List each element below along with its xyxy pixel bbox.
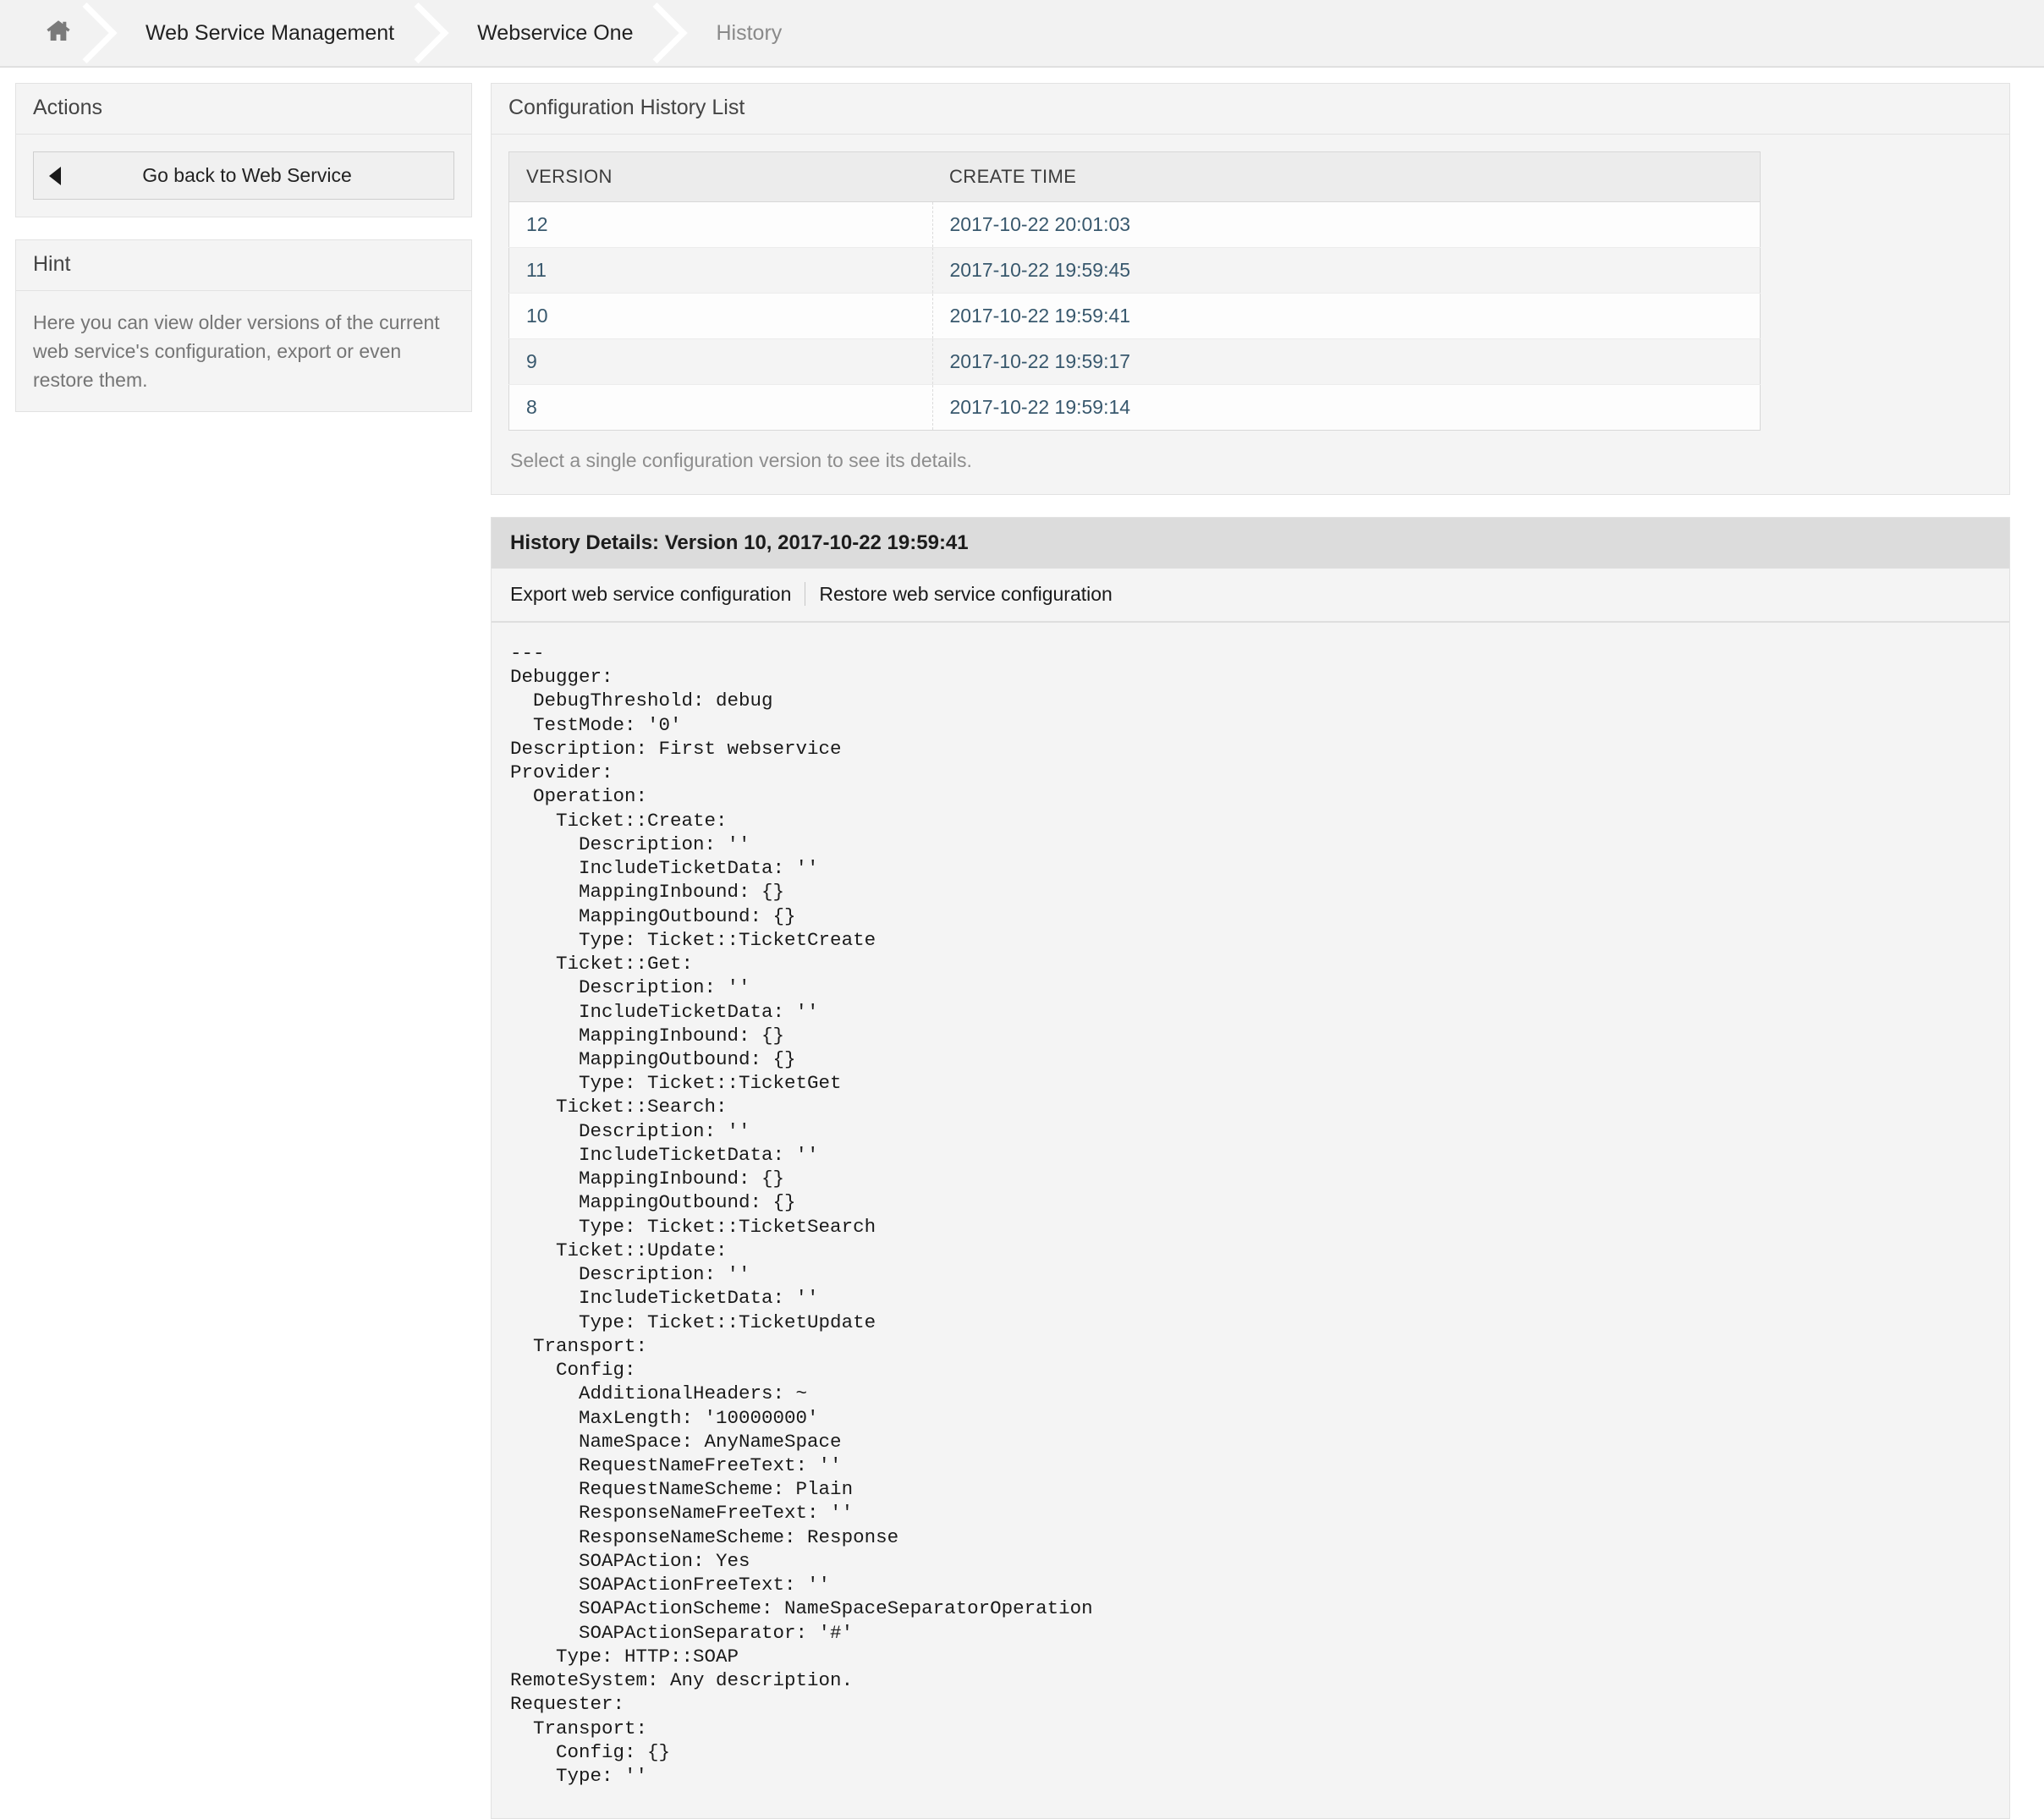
create-time-link[interactable]: 2017-10-22 20:01:03	[950, 213, 1131, 235]
breadcrumb-item-web-service-management[interactable]: Web Service Management	[107, 0, 438, 66]
version-link[interactable]: 10	[526, 305, 548, 327]
page-content: Actions Go back to Web Service Hint Here…	[0, 68, 2044, 1819]
actions-widget: Actions Go back to Web Service	[15, 83, 472, 217]
create-time-link[interactable]: 2017-10-22 19:59:41	[950, 305, 1131, 327]
hint-title: Hint	[16, 240, 471, 291]
history-details-title: History Details: Version 10, 2017-10-22 …	[492, 518, 2009, 569]
main-content: Configuration History List VERSION CREAT…	[491, 83, 2010, 1819]
breadcrumb-item-history: History	[677, 0, 826, 66]
hint-body: Here you can view older versions of the …	[16, 291, 471, 411]
column-header-version[interactable]: VERSION	[509, 152, 933, 202]
table-header-row: VERSION CREATE TIME	[509, 152, 1761, 202]
arrow-left-icon	[49, 167, 61, 185]
go-back-button-label: Go back to Web Service	[68, 164, 438, 187]
history-table-body: 12 2017-10-22 20:01:03 11 2017-10-22 19:…	[509, 202, 1761, 431]
hint-text: Here you can view older versions of the …	[33, 308, 454, 394]
version-link[interactable]: 9	[526, 350, 537, 372]
restore-web-service-configuration-link[interactable]: Restore web service configuration	[819, 583, 1112, 606]
table-row[interactable]: 9 2017-10-22 19:59:17	[509, 339, 1761, 385]
table-row[interactable]: 8 2017-10-22 19:59:14	[509, 385, 1761, 431]
configuration-yaml-content: --- Debugger: DebugThreshold: debug Test…	[492, 623, 2009, 1818]
breadcrumb: Web Service Management Webservice One Hi…	[0, 0, 2044, 68]
configuration-history-list-body: VERSION CREATE TIME 12 2017-10-22 20:01:…	[492, 135, 2009, 494]
version-link[interactable]: 12	[526, 213, 548, 235]
history-list-note: Select a single configuration version to…	[508, 431, 1992, 477]
export-web-service-configuration-link[interactable]: Export web service configuration	[510, 583, 791, 606]
go-back-to-web-service-button[interactable]: Go back to Web Service	[33, 151, 454, 200]
breadcrumb-label: History	[716, 21, 782, 46]
history-details-actions: Export web service configuration Restore…	[492, 569, 2009, 623]
table-row[interactable]: 12 2017-10-22 20:01:03	[509, 202, 1761, 248]
version-link[interactable]: 8	[526, 396, 537, 418]
history-table: VERSION CREATE TIME 12 2017-10-22 20:01:…	[508, 151, 1761, 431]
configuration-history-list-title: Configuration History List	[492, 84, 2009, 135]
table-row[interactable]: 11 2017-10-22 19:59:45	[509, 248, 1761, 294]
hint-widget: Hint Here you can view older versions of…	[15, 239, 472, 412]
configuration-history-list-widget: Configuration History List VERSION CREAT…	[491, 83, 2010, 495]
create-time-link[interactable]: 2017-10-22 19:59:14	[950, 396, 1131, 418]
table-row[interactable]: 10 2017-10-22 19:59:41	[509, 294, 1761, 339]
breadcrumb-home[interactable]	[0, 0, 107, 66]
create-time-link[interactable]: 2017-10-22 19:59:45	[950, 259, 1131, 281]
history-table-head: VERSION CREATE TIME	[509, 152, 1761, 202]
home-icon	[44, 17, 73, 50]
actions-title: Actions	[16, 84, 471, 135]
breadcrumb-label: Web Service Management	[146, 21, 394, 46]
sidebar: Actions Go back to Web Service Hint Here…	[15, 83, 472, 434]
version-link[interactable]: 11	[526, 259, 547, 281]
actions-body: Go back to Web Service	[16, 135, 471, 217]
create-time-link[interactable]: 2017-10-22 19:59:17	[950, 350, 1131, 372]
breadcrumb-item-webservice-one[interactable]: Webservice One	[438, 0, 677, 66]
breadcrumb-label: Webservice One	[477, 21, 633, 46]
history-details-widget: History Details: Version 10, 2017-10-22 …	[491, 517, 2010, 1819]
column-header-create-time[interactable]: CREATE TIME	[932, 152, 1761, 202]
